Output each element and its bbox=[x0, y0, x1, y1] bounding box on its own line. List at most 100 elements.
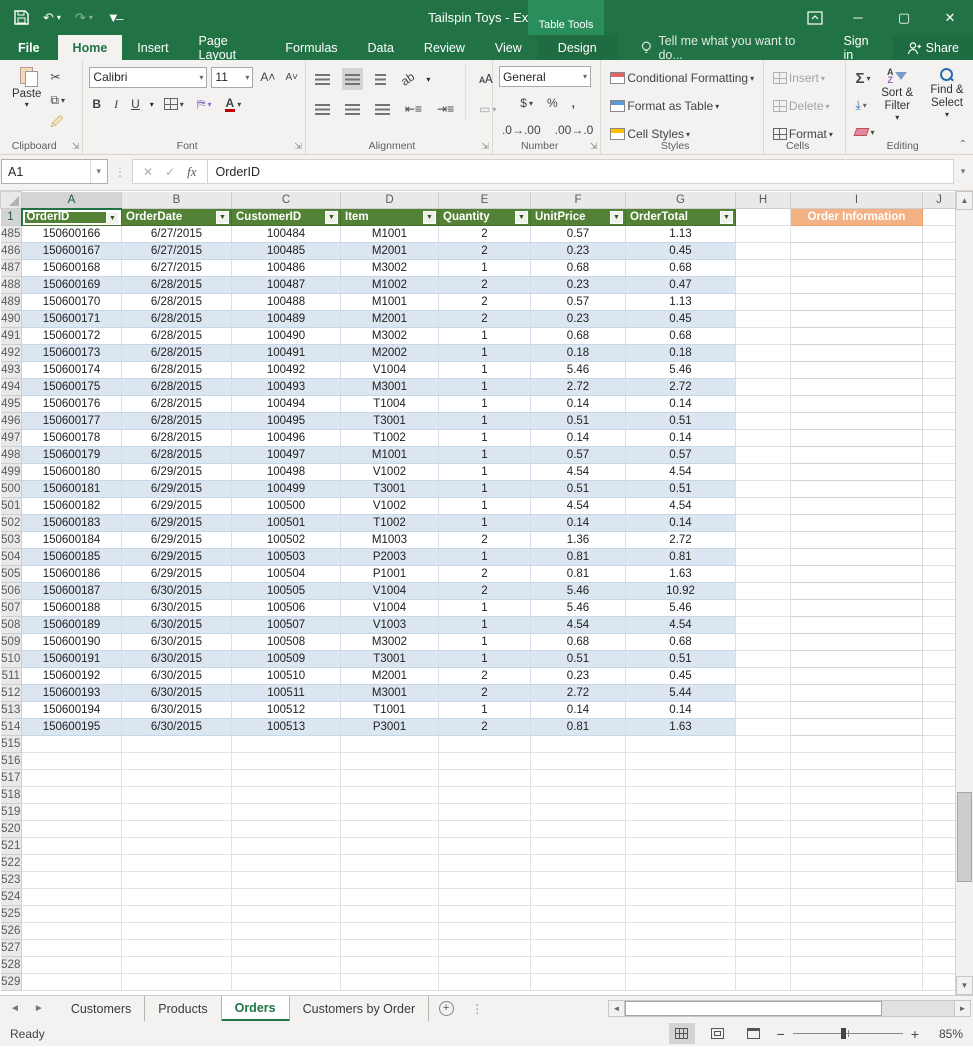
table-header-quantity[interactable]: Quantity▼ bbox=[439, 209, 531, 226]
cell[interactable] bbox=[923, 634, 956, 651]
cell[interactable] bbox=[923, 328, 956, 345]
cell[interactable]: 100512 bbox=[232, 702, 341, 719]
tab-formulas[interactable]: Formulas bbox=[270, 35, 352, 60]
cell[interactable] bbox=[736, 940, 791, 957]
cell[interactable]: 2 bbox=[439, 685, 531, 702]
cell[interactable] bbox=[626, 821, 736, 838]
order-info-cell[interactable] bbox=[791, 328, 923, 345]
sort-filter-button[interactable]: AZ Sort & Filter ▾ bbox=[877, 68, 917, 122]
row-header-521[interactable]: 521 bbox=[1, 838, 22, 855]
cell[interactable]: 6/28/2015 bbox=[122, 362, 232, 379]
cell[interactable]: 2.72 bbox=[626, 379, 736, 396]
cell[interactable] bbox=[341, 974, 439, 991]
cell[interactable] bbox=[531, 889, 626, 906]
cell[interactable] bbox=[232, 974, 341, 991]
cell[interactable] bbox=[923, 940, 956, 957]
cell[interactable] bbox=[626, 804, 736, 821]
cell[interactable]: 150600174 bbox=[22, 362, 122, 379]
cell[interactable] bbox=[736, 481, 791, 498]
cell[interactable]: 6/30/2015 bbox=[122, 719, 232, 736]
cell[interactable]: 1.63 bbox=[626, 719, 736, 736]
cut-icon[interactable]: ✂ bbox=[47, 66, 68, 88]
cell[interactable] bbox=[736, 311, 791, 328]
delete-cells-button[interactable]: Delete ▾ bbox=[770, 95, 836, 117]
cell[interactable] bbox=[736, 617, 791, 634]
cell[interactable]: 150600179 bbox=[22, 447, 122, 464]
customize-quick-access-icon[interactable]: ▼̶ bbox=[107, 10, 120, 25]
order-info-cell[interactable] bbox=[791, 668, 923, 685]
cell[interactable]: 100507 bbox=[232, 617, 341, 634]
cell[interactable] bbox=[923, 583, 956, 600]
cell[interactable]: 6/29/2015 bbox=[122, 498, 232, 515]
cell[interactable]: 6/29/2015 bbox=[122, 481, 232, 498]
cell[interactable]: 1 bbox=[439, 413, 531, 430]
cell[interactable] bbox=[22, 906, 122, 923]
cell[interactable] bbox=[923, 906, 956, 923]
cell[interactable]: 0.14 bbox=[531, 702, 626, 719]
cell[interactable] bbox=[626, 736, 736, 753]
cell[interactable]: 2 bbox=[439, 719, 531, 736]
order-info-cell[interactable] bbox=[791, 311, 923, 328]
cell[interactable]: 150600187 bbox=[22, 583, 122, 600]
zoom-slider-thumb[interactable] bbox=[841, 1028, 846, 1039]
cell[interactable]: 2 bbox=[439, 277, 531, 294]
order-info-cell[interactable] bbox=[791, 549, 923, 566]
align-bottom-icon[interactable] bbox=[372, 68, 389, 90]
row-header-525[interactable]: 525 bbox=[1, 906, 22, 923]
cell[interactable] bbox=[736, 447, 791, 464]
cell[interactable]: P3001 bbox=[341, 719, 439, 736]
order-info-cell[interactable] bbox=[791, 651, 923, 668]
row-header-516[interactable]: 516 bbox=[1, 753, 22, 770]
cell[interactable]: 1 bbox=[439, 328, 531, 345]
cell[interactable]: 150600180 bbox=[22, 464, 122, 481]
row-header-488[interactable]: 488 bbox=[1, 277, 22, 294]
cell[interactable] bbox=[341, 940, 439, 957]
cell[interactable] bbox=[626, 974, 736, 991]
next-sheet-icon[interactable]: ► bbox=[34, 1003, 44, 1014]
table-header-customerid[interactable]: CustomerID▼ bbox=[232, 209, 341, 226]
cell[interactable] bbox=[923, 957, 956, 974]
row-header-485[interactable]: 485 bbox=[1, 226, 22, 243]
cell[interactable] bbox=[122, 838, 232, 855]
cell[interactable] bbox=[232, 940, 341, 957]
cell[interactable]: 100501 bbox=[232, 515, 341, 532]
cell[interactable] bbox=[122, 804, 232, 821]
cell[interactable] bbox=[531, 855, 626, 872]
cell[interactable] bbox=[439, 974, 531, 991]
tab-review[interactable]: Review bbox=[409, 35, 480, 60]
cell[interactable] bbox=[531, 923, 626, 940]
cell[interactable]: 0.51 bbox=[626, 481, 736, 498]
tab-page-layout[interactable]: Page Layout bbox=[184, 35, 271, 60]
cell[interactable]: T3001 bbox=[341, 651, 439, 668]
cell[interactable]: 6/30/2015 bbox=[122, 634, 232, 651]
cell[interactable]: 1 bbox=[439, 464, 531, 481]
cell[interactable]: 0.14 bbox=[531, 396, 626, 413]
cell[interactable] bbox=[22, 736, 122, 753]
cell[interactable] bbox=[736, 838, 791, 855]
filter-dropdown-icon[interactable]: ▼ bbox=[515, 211, 528, 224]
cell[interactable]: 6/28/2015 bbox=[122, 430, 232, 447]
cell[interactable]: 6/29/2015 bbox=[122, 532, 232, 549]
cell[interactable] bbox=[791, 940, 923, 957]
cell[interactable]: 0.23 bbox=[531, 277, 626, 294]
cell[interactable]: 150600194 bbox=[22, 702, 122, 719]
cell[interactable] bbox=[736, 396, 791, 413]
scroll-up-icon[interactable]: ▲ bbox=[956, 191, 973, 210]
cell[interactable] bbox=[22, 855, 122, 872]
zoom-in-icon[interactable]: + bbox=[911, 1026, 919, 1042]
cell[interactable]: V1004 bbox=[341, 362, 439, 379]
cell[interactable]: 150600175 bbox=[22, 379, 122, 396]
cell[interactable] bbox=[626, 787, 736, 804]
cell-h1[interactable] bbox=[736, 209, 791, 226]
table-header-item[interactable]: Item▼ bbox=[341, 209, 439, 226]
cell[interactable]: 0.45 bbox=[626, 311, 736, 328]
cell[interactable] bbox=[791, 787, 923, 804]
increase-decimal-icon[interactable]: .0→.00 bbox=[499, 119, 544, 141]
cell[interactable] bbox=[923, 396, 956, 413]
row-header-514[interactable]: 514 bbox=[1, 719, 22, 736]
filter-dropdown-icon[interactable]: ▼ bbox=[423, 211, 436, 224]
cell[interactable]: 6/30/2015 bbox=[122, 583, 232, 600]
cell[interactable]: M2002 bbox=[341, 345, 439, 362]
cell[interactable]: M3001 bbox=[341, 685, 439, 702]
cell[interactable] bbox=[341, 889, 439, 906]
